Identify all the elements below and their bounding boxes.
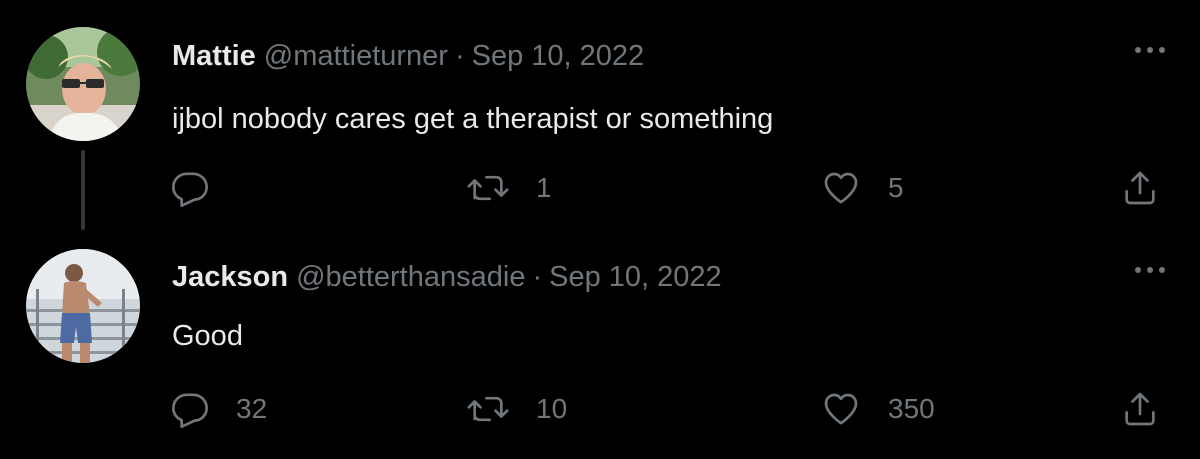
like-button[interactable]: 350 — [820, 387, 935, 431]
avatar-image — [26, 27, 140, 141]
tweet-text: Good — [172, 320, 243, 352]
tweet-actions: 1 5 — [0, 166, 1200, 210]
share-icon — [1125, 392, 1155, 426]
tweet-date[interactable]: Sep 10, 2022 — [549, 261, 722, 293]
tweet-actions: 32 10 350 — [0, 387, 1200, 431]
retweet-count: 10 — [536, 393, 568, 424]
share-button[interactable] — [1120, 387, 1160, 431]
retweet-count: 1 — [536, 172, 552, 203]
tweet-header: Jackson @betterthansadie · Sep 10, 2022 — [172, 260, 722, 294]
separator-dot: · — [532, 261, 543, 293]
retweet-button[interactable]: 10 — [466, 387, 567, 431]
display-name[interactable]: Mattie — [172, 40, 256, 72]
more-options-button[interactable] — [1130, 260, 1170, 280]
heart-icon — [824, 393, 858, 425]
tweet[interactable]: Mattie @mattieturner · Sep 10, 2022 ijbol n… — [0, 0, 1200, 230]
like-count: 5 — [888, 172, 904, 203]
reply-icon — [172, 172, 209, 208]
user-handle[interactable]: @mattieturner — [264, 40, 448, 72]
tweet-header: Mattie @mattieturner · Sep 10, 2022 — [172, 39, 644, 73]
more-icon — [1135, 267, 1165, 273]
avatar[interactable] — [26, 27, 140, 141]
like-button[interactable]: 5 — [820, 166, 904, 210]
retweet-icon — [467, 175, 509, 201]
tweet[interactable]: Jackson @betterthansadie · Sep 10, 2022 Goo… — [0, 230, 1200, 459]
avatar[interactable] — [26, 249, 140, 363]
reply-count: 32 — [236, 393, 268, 424]
reply-button[interactable] — [170, 166, 236, 210]
user-handle[interactable]: @betterthansadie — [296, 261, 525, 293]
avatar-image — [26, 249, 140, 363]
share-button[interactable] — [1120, 166, 1160, 210]
separator-dot: · — [454, 40, 465, 72]
tweet-text: ijbol nobody cares get a therapist or so… — [172, 103, 774, 135]
heart-icon — [824, 172, 858, 204]
display-name[interactable]: Jackson — [172, 261, 288, 293]
reply-button[interactable]: 32 — [170, 387, 267, 431]
retweet-icon — [467, 396, 509, 422]
like-count: 350 — [888, 393, 935, 424]
retweet-button[interactable]: 1 — [466, 166, 552, 210]
share-icon — [1125, 171, 1155, 205]
tweet-date[interactable]: Sep 10, 2022 — [472, 40, 645, 72]
more-icon — [1135, 47, 1165, 53]
reply-icon — [172, 393, 209, 428]
more-options-button[interactable] — [1130, 40, 1170, 60]
